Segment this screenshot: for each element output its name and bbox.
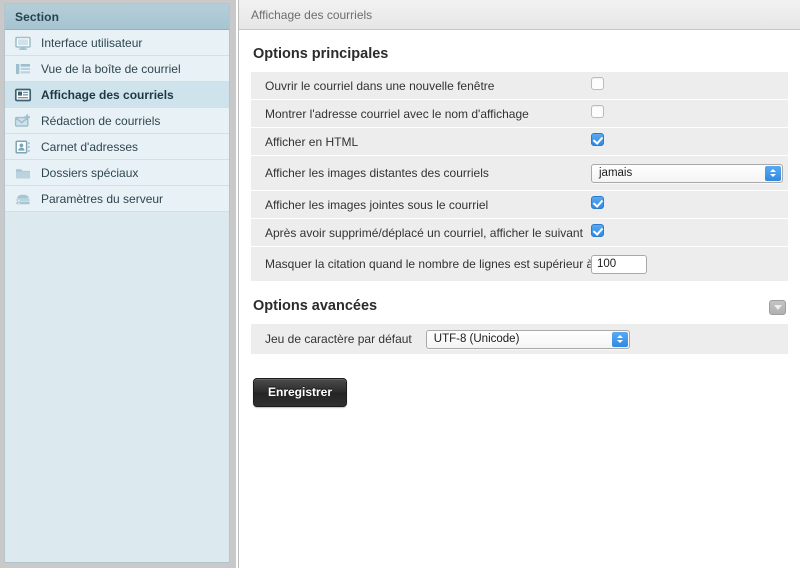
checkbox-open-in-new-window[interactable] bbox=[591, 76, 604, 90]
chevron-down-icon[interactable] bbox=[769, 300, 786, 315]
sidebar-item-vue-boite-courriel[interactable]: Vue de la boîte de courriel bbox=[5, 56, 229, 82]
checkbox-slot bbox=[591, 195, 604, 214]
option-row-show-next-after-delete: Après avoir supprimé/déplacé un courriel… bbox=[251, 219, 788, 246]
sidebar-item-interface-utilisateur[interactable]: Interface utilisateur bbox=[5, 30, 229, 56]
select-value: jamais bbox=[599, 167, 633, 180]
chevron-up-icon bbox=[616, 335, 623, 338]
compose-mail-icon bbox=[14, 113, 32, 129]
checkbox-inline-attachments[interactable] bbox=[591, 195, 604, 209]
sidebar-header: Section bbox=[5, 4, 229, 30]
option-row-show-email-address: Montrer l'adresse courriel avec le nom d… bbox=[251, 100, 788, 127]
sidebar-item-parametres-du-serveur[interactable]: Paramètres du serveur bbox=[5, 186, 229, 212]
sidebar-item-label: Interface utilisateur bbox=[41, 35, 143, 50]
select-stepper-icon[interactable] bbox=[765, 165, 781, 181]
quote-lines-input[interactable] bbox=[591, 254, 647, 274]
sidebar-header-label: Section bbox=[15, 9, 60, 24]
checkbox-display-html[interactable] bbox=[591, 132, 604, 146]
sidebar-item-label: Dossiers spéciaux bbox=[41, 165, 139, 180]
settings-panel: Affichage des courriels Options principa… bbox=[238, 0, 800, 568]
sidebar-item-label: Affichage des courriels bbox=[41, 87, 174, 102]
checkbox-show-email-address[interactable] bbox=[591, 104, 604, 118]
sidebar-item-label: Carnet d'adresses bbox=[41, 139, 139, 154]
option-row-collapse-quote-lines: Masquer la citation quand le nombre de l… bbox=[251, 247, 788, 281]
option-label: Après avoir supprimé/déplacé un courriel… bbox=[265, 225, 583, 240]
option-label: Afficher les images jointes sous le cour… bbox=[265, 197, 489, 212]
option-label: Jeu de caractère par défaut bbox=[265, 332, 412, 346]
save-button[interactable]: Enregistrer bbox=[253, 378, 348, 407]
select-stepper-icon[interactable] bbox=[611, 331, 628, 347]
section-sidebar: Section Interface utilisateur Vue de la … bbox=[4, 3, 230, 563]
option-label: Masquer la citation quand le nombre de l… bbox=[265, 257, 594, 271]
option-label: Afficher les images distantes des courri… bbox=[265, 166, 489, 180]
section-heading-main-options: Options principales bbox=[251, 30, 788, 72]
sidebar-item-label: Paramètres du serveur bbox=[41, 191, 164, 206]
select-value: UTF-8 (Unicode) bbox=[433, 333, 520, 345]
option-row-display-html: Afficher en HTML bbox=[251, 128, 788, 155]
sidebar-item-redaction-de-courriels[interactable]: Rédaction de courriels bbox=[5, 108, 229, 134]
option-row-open-in-new-window: Ouvrir le courriel dans une nouvelle fen… bbox=[251, 72, 788, 99]
page-title: Affichage des courriels bbox=[251, 7, 373, 22]
select-slot: jamais bbox=[591, 163, 783, 183]
checkbox-show-next-after-delete[interactable] bbox=[591, 223, 604, 237]
option-label: Afficher en HTML bbox=[265, 134, 359, 149]
select-default-charset[interactable]: UTF-8 (Unicode) bbox=[425, 329, 630, 349]
option-row-inline-attachments: Afficher les images jointes sous le cour… bbox=[251, 191, 788, 218]
triangle-glyph bbox=[773, 305, 782, 310]
sidebar-list: Interface utilisateur Vue de la boîte de… bbox=[5, 30, 229, 212]
checkbox-slot bbox=[591, 76, 604, 95]
option-row-remote-images: Afficher les images distantes des courri… bbox=[251, 156, 788, 190]
section-heading-advanced-options: Options avancées bbox=[251, 282, 788, 324]
section-heading-label: Options principales bbox=[253, 46, 389, 62]
sidebar-item-dossiers-speciaux[interactable]: Dossiers spéciaux bbox=[5, 160, 229, 186]
mailbox-layout-icon bbox=[14, 61, 32, 77]
panel-titlebar: Affichage des courriels bbox=[239, 0, 800, 30]
input-slot bbox=[591, 254, 647, 274]
checkbox-slot bbox=[591, 104, 604, 123]
section-heading-label: Options avancées bbox=[253, 298, 378, 314]
sidebar-item-label: Rédaction de courriels bbox=[41, 113, 161, 128]
folder-icon bbox=[14, 165, 32, 181]
main-options-rows: Ouvrir le courriel dans une nouvelle fen… bbox=[251, 72, 788, 281]
sidebar-item-affichage-des-courriels[interactable]: Affichage des courriels bbox=[5, 82, 229, 108]
checkbox-slot bbox=[591, 223, 604, 242]
sidebar-item-carnet-adresses[interactable]: Carnet d'adresses bbox=[5, 134, 229, 160]
server-icon bbox=[14, 191, 32, 207]
checkbox-slot bbox=[591, 132, 604, 151]
address-book-icon bbox=[14, 139, 32, 155]
preferences-window: Section Interface utilisateur Vue de la … bbox=[0, 0, 800, 568]
panel-body: Options principales Ouvrir le courriel d… bbox=[239, 30, 800, 407]
monitor-icon bbox=[14, 35, 32, 51]
option-label: Ouvrir le courriel dans une nouvelle fen… bbox=[265, 78, 495, 93]
message-display-icon bbox=[14, 87, 32, 103]
save-button-area: Enregistrer bbox=[251, 354, 788, 407]
option-row-default-charset: Jeu de caractère par défaut UTF-8 (Unico… bbox=[251, 324, 788, 354]
sidebar-item-label: Vue de la boîte de courriel bbox=[41, 61, 181, 76]
chevron-down-icon bbox=[770, 174, 776, 178]
option-label: Montrer l'adresse courriel avec le nom d… bbox=[265, 106, 529, 121]
chevron-down-icon bbox=[616, 340, 623, 343]
select-remote-images[interactable]: jamais bbox=[591, 163, 783, 183]
chevron-up-icon bbox=[770, 169, 776, 173]
